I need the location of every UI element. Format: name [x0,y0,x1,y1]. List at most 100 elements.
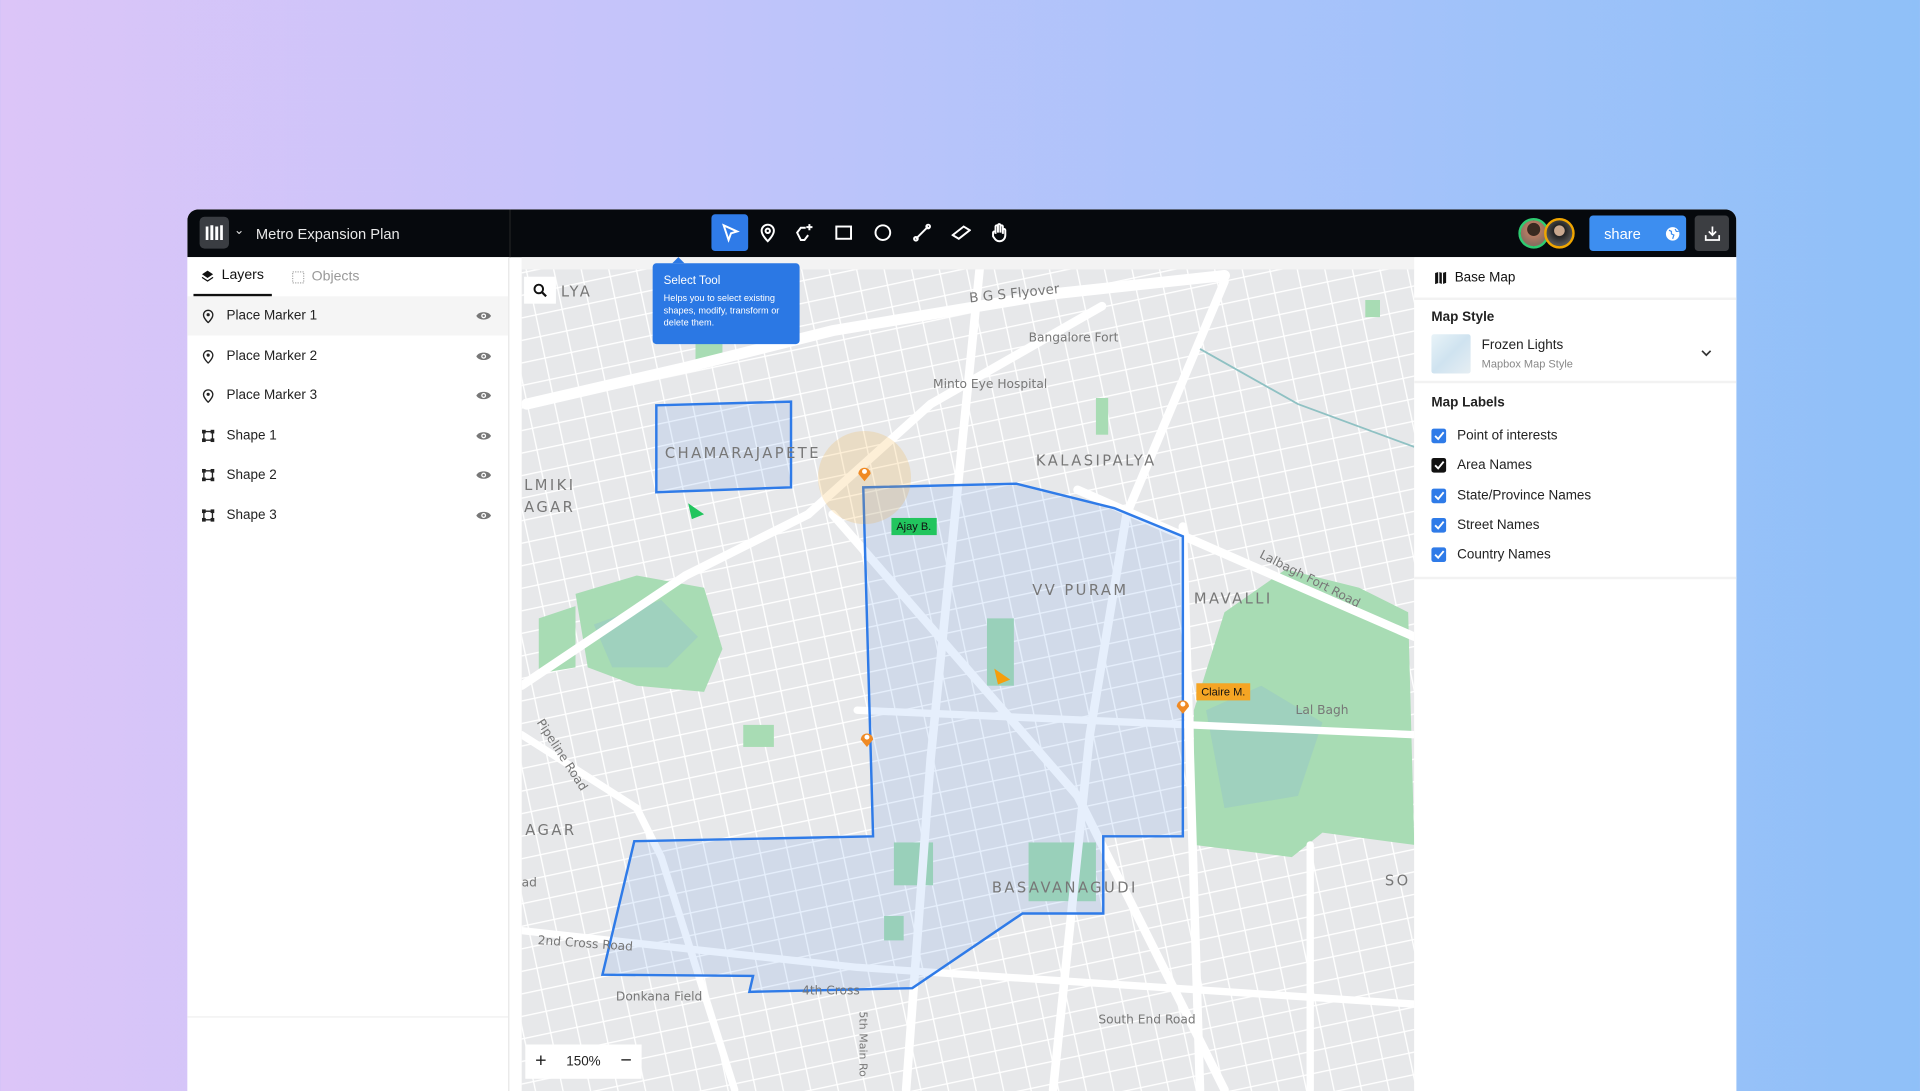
layer-row[interactable]: Place Marker 2 [187,336,508,375]
place-marker-tool-button[interactable] [749,214,786,251]
share-button[interactable]: share [1589,215,1687,252]
layer-label: Place Marker 1 [226,308,318,324]
layer-label: Shape 3 [226,508,277,523]
checkbox-checked[interactable] [1431,547,1447,563]
hand-tool-button[interactable] [981,214,1018,251]
shape-icon [202,469,215,482]
layer-row[interactable]: Shape 3 [187,496,508,535]
tab-objects[interactable]: Objects [284,257,367,296]
eye-icon[interactable] [475,350,492,362]
base-map-title: Base Map [1454,270,1516,285]
checkbox-checked[interactable] [1431,428,1447,444]
checkbox-label: State/Province Names [1457,488,1592,503]
check-icon [1433,431,1444,441]
map-icon [1435,271,1447,284]
zoom-level: 150% [566,1054,601,1069]
map-style-subtitle: Mapbox Map Style [1481,357,1573,370]
rectangle-tool-button[interactable] [825,214,862,251]
checkbox-checked[interactable] [1431,517,1447,533]
circle-icon [874,224,892,241]
eye-icon[interactable] [475,390,492,402]
app-logo-icon[interactable] [199,216,229,249]
shape-icon [202,509,215,522]
eye-icon[interactable] [475,430,492,442]
lasso-tool-button[interactable] [786,214,823,251]
map-label-checkbox[interactable]: Point of interests [1414,421,1736,451]
layer-row[interactable]: Shape 2 [187,456,508,495]
map-style-select[interactable]: Frozen Lights Mapbox Map Style [1431,334,1722,374]
check-icon [1433,550,1444,560]
map-pin-icon [202,349,214,364]
zoom-control: + 150% − [525,1044,642,1079]
svg-text:4th Cross: 4th Cross [802,983,860,997]
select-tool-tooltip: Select Tool Helps you to select existing… [652,257,800,345]
grid-icon [291,270,304,283]
svg-text:Bangalore Fort: Bangalore Fort [1029,331,1119,345]
map-style-thumbnail [1431,334,1471,374]
svg-text:AGAR: AGAR [525,822,576,839]
project-title[interactable]: Metro Expansion Plan [256,225,400,242]
layer-row[interactable]: Shape 1 [187,416,508,455]
top-bar: ⌄ Metro Expansion Plan share [187,209,1737,258]
map-label-checkbox[interactable]: Area Names [1414,451,1736,481]
download-button[interactable] [1694,215,1729,252]
map-svg[interactable]: CHAMARAJAPETE KALASIPALYA VV PURAM MAVAL… [521,269,1415,1091]
map-labels-heading: Map Labels [1431,395,1505,411]
checkbox-checked[interactable] [1431,458,1447,474]
svg-text:South End Road: South End Road [1098,1013,1195,1027]
map-label-checkbox[interactable]: Country Names [1414,540,1736,570]
app-window: ⌄ Metro Expansion Plan share Layers Obje… [187,209,1737,1091]
svg-text:CHAMARAJAPETE: CHAMARAJAPETE [665,445,821,462]
cursor-icon [722,223,740,243]
map-style-section: Map Style Frozen Lights Mapbox Map Style [1414,300,1737,384]
cursor-label-claire: Claire M. [1196,683,1251,701]
layer-label: Shape 2 [226,468,277,483]
map-label-checkbox[interactable]: State/Province Names [1414,481,1736,511]
checkbox-label: Point of interests [1457,428,1558,444]
tab-objects-label: Objects [311,269,360,285]
zoom-in-button[interactable]: + [535,1051,546,1073]
eye-icon[interactable] [475,469,492,481]
layer-row[interactable]: Place Marker 1 [187,296,509,336]
eye-icon[interactable] [475,509,492,521]
checkbox-label: Street Names [1457,517,1540,533]
eye-icon[interactable] [475,310,492,322]
chevron-down-icon [1701,350,1712,357]
map-style-heading: Map Style [1431,309,1495,325]
divider [187,1016,509,1018]
shape-icon [202,429,215,442]
circle-tool-button[interactable] [864,214,901,251]
map-search-button[interactable] [524,276,556,304]
layer-row[interactable]: Place Marker 3 [187,376,508,415]
ruler-tool-button[interactable] [943,214,980,251]
map-canvas[interactable]: CHAMARAJAPETE KALASIPALYA VV PURAM MAVAL… [521,257,1415,1091]
search-icon [533,283,547,298]
layer-label: Shape 1 [226,428,277,444]
rectangle-icon [835,225,853,240]
tab-layers-label: Layers [221,268,264,283]
ruler-icon [951,225,972,240]
chevron-down-icon[interactable]: ⌄ [234,224,244,237]
tooltip-title: Select Tool [663,274,721,288]
zoom-out-button[interactable]: − [620,1051,631,1073]
tab-layers[interactable]: Layers [193,257,272,297]
svg-text:5th Main Ro: 5th Main Ro [857,1011,870,1077]
avatar-user-2[interactable] [1544,217,1575,249]
map-label-checkbox[interactable]: Street Names [1414,510,1736,540]
svg-text:Donkana Field: Donkana Field [616,989,702,1003]
svg-text:Lal Bagh: Lal Bagh [1296,703,1349,717]
svg-text:LYA: LYA [561,283,592,300]
left-panel: Layers Objects Place Marker 1 Place Marke… [187,257,510,1091]
svg-text:MAVALLI: MAVALLI [1194,591,1273,608]
svg-text:KALASIPALYA: KALASIPALYA [1036,452,1157,469]
svg-text:AGAR: AGAR [524,499,575,516]
map-pin-icon [202,309,214,324]
hand-icon [992,223,1007,243]
checkbox-checked[interactable] [1431,488,1447,503]
divider [509,209,511,258]
line-tool-button[interactable] [904,214,941,251]
panel-tabs: Layers Objects [193,257,499,297]
svg-text:Minto Eye Hospital: Minto Eye Hospital [933,377,1047,391]
select-tool-button[interactable] [711,214,749,252]
checkbox-label: Area Names [1457,458,1533,474]
